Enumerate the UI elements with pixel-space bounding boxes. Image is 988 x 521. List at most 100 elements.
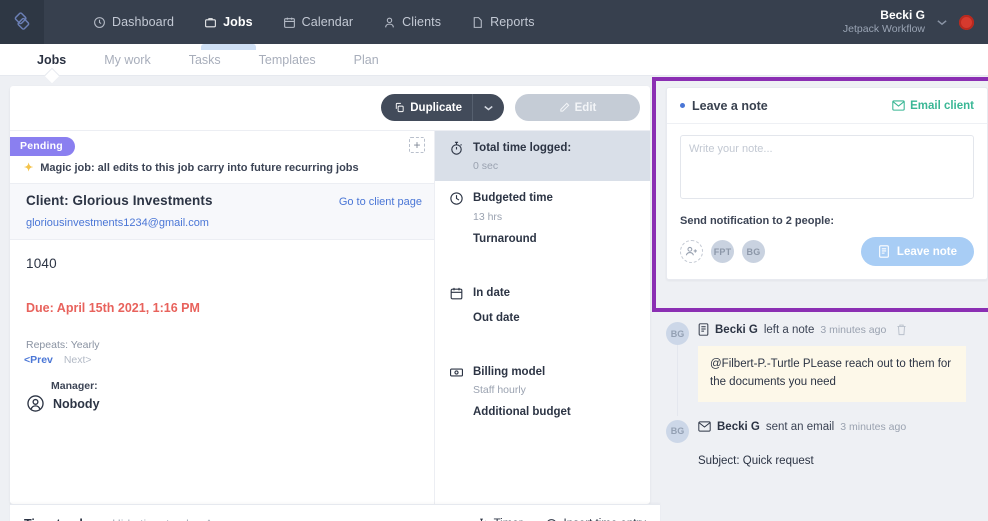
feed-item-note: BG Becki G left a note 3 minutes ago @Fi… bbox=[666, 322, 988, 416]
sub-tab-bar: Jobs My work Tasks Templates Plan bbox=[0, 44, 988, 76]
top-navigation: Dashboard Jobs Calendar Clients Reports … bbox=[0, 0, 988, 50]
tab-jobs[interactable]: Jobs bbox=[18, 44, 85, 76]
email-client-button[interactable]: Email client bbox=[892, 100, 974, 112]
activity-feed: BG Becki G left a note 3 minutes ago @Fi… bbox=[666, 322, 988, 467]
avatar-circle-icon bbox=[26, 394, 45, 413]
job-main-details: Pending + ✦ Magic job: all edits to this… bbox=[10, 131, 434, 504]
nav-item-calendar[interactable]: Calendar bbox=[268, 0, 369, 44]
clock-icon bbox=[93, 16, 106, 29]
client-name: Client: Glorious Investments bbox=[26, 193, 213, 208]
meta-additional-budget-label[interactable]: Additional budget bbox=[473, 406, 571, 418]
meta-dates: In date Out date bbox=[435, 276, 650, 333]
notify-avatar[interactable]: BG bbox=[742, 240, 765, 263]
nav-item-reports-label: Reports bbox=[490, 15, 535, 29]
job-card-columns: Pending + ✦ Magic job: all edits to this… bbox=[10, 130, 650, 504]
meta-turnaround-label: Turnaround bbox=[473, 232, 537, 245]
go-to-client-page-link[interactable]: Go to client page bbox=[339, 196, 422, 208]
meta-total-time-value: 0 sec bbox=[473, 160, 499, 173]
feed-action: left a note bbox=[763, 323, 815, 336]
notify-label: Send notification to 2 people: bbox=[680, 215, 834, 227]
prev-job-link[interactable]: <Prev bbox=[24, 354, 53, 366]
plus-icon[interactable]: + bbox=[409, 137, 425, 153]
money-icon bbox=[449, 364, 464, 418]
nav-item-dashboard[interactable]: Dashboard bbox=[78, 0, 189, 44]
nav-item-dashboard-label: Dashboard bbox=[112, 15, 175, 29]
edit-button-label: Edit bbox=[574, 101, 597, 114]
tab-plan-label: Plan bbox=[353, 52, 379, 67]
job-detail-column: Duplicate Edit Pending + ✦ Magic job: al… bbox=[0, 76, 660, 521]
envelope-icon bbox=[698, 421, 711, 432]
meta-budgeted-time: Budgeted time 13 hrs Turnaround bbox=[435, 181, 650, 253]
meta-billing-label: Billing model bbox=[473, 365, 546, 378]
tab-plan[interactable]: Plan bbox=[335, 44, 398, 76]
notify-avatar[interactable]: FPT bbox=[711, 240, 734, 263]
leave-note-button[interactable]: Leave note bbox=[860, 237, 974, 266]
nav-item-reports[interactable]: Reports bbox=[456, 0, 549, 44]
notify-avatar-row: FPT BG Leave note bbox=[680, 237, 974, 266]
meta-total-time-label: Total time logged: bbox=[473, 142, 572, 154]
meta-billing-value: Staff hourly bbox=[473, 384, 526, 396]
tab-tasks-label: Tasks bbox=[188, 52, 221, 67]
tab-insert-time-entry[interactable]: Insert time entry bbox=[545, 505, 646, 521]
user-icon bbox=[383, 16, 396, 29]
edit-button[interactable]: Edit bbox=[515, 94, 640, 121]
tab-my-work[interactable]: My work bbox=[85, 44, 170, 76]
meta-billing: Billing model Staff hourly Additional bu… bbox=[435, 355, 650, 427]
trash-icon[interactable] bbox=[896, 324, 907, 336]
time-tracker-panel: Time tracker Hide time tracker ^ Timer bbox=[10, 504, 660, 521]
feed-note-body: @Filbert-P.-Turtle PLease reach out to t… bbox=[698, 346, 966, 402]
feed-rail bbox=[677, 340, 678, 416]
clock-plus-icon bbox=[545, 518, 558, 521]
time-tracker-header: Time tracker Hide time tracker ^ Timer bbox=[10, 505, 660, 521]
magic-job-note: ✦ Magic job: all edits to this job carry… bbox=[10, 161, 434, 183]
envelope-icon bbox=[892, 100, 905, 111]
diamond-logo-icon bbox=[11, 11, 33, 33]
tab-jobs-label: Jobs bbox=[37, 52, 67, 67]
meta-budgeted-time-label: Budgeted time bbox=[473, 192, 553, 205]
avatar: BG bbox=[666, 419, 689, 443]
tab-timer[interactable]: Timer bbox=[475, 505, 523, 521]
leave-note-card: Leave a note Email client Send notificat… bbox=[666, 87, 988, 280]
note-input[interactable] bbox=[680, 135, 974, 199]
status-badge[interactable]: Pending bbox=[10, 137, 75, 156]
email-client-label: Email client bbox=[910, 99, 974, 112]
duplicate-button[interactable]: Duplicate bbox=[381, 94, 504, 121]
note-icon bbox=[698, 323, 709, 336]
tab-templates-label: Templates bbox=[258, 52, 316, 67]
job-pagination: <Prev Next> bbox=[10, 351, 434, 366]
nav-item-jobs[interactable]: Jobs bbox=[189, 0, 268, 50]
manager-name[interactable]: Nobody bbox=[53, 397, 100, 411]
nav-user-area: Becki G Jetpack Workflow bbox=[843, 0, 988, 44]
job-action-row: Duplicate Edit bbox=[10, 86, 650, 130]
nav-item-clients[interactable]: Clients bbox=[368, 0, 456, 44]
user-info[interactable]: Becki G Jetpack Workflow bbox=[843, 8, 925, 36]
duplicate-dropdown-toggle[interactable] bbox=[472, 94, 504, 121]
meta-budgeted-time-value: 13 hrs bbox=[473, 210, 503, 223]
nav-item-calendar-label: Calendar bbox=[301, 15, 354, 29]
user-org: Jetpack Workflow bbox=[842, 22, 925, 35]
client-email-link[interactable]: gloriousinvestments1234@gmail.com bbox=[26, 217, 422, 229]
calendar-icon bbox=[283, 16, 296, 29]
next-job-link[interactable]: Next> bbox=[64, 354, 92, 366]
job-repeats: Repeats: Yearly bbox=[26, 339, 100, 351]
feed-author: Becki G bbox=[715, 323, 758, 336]
add-person-icon[interactable] bbox=[680, 240, 703, 263]
stopwatch-icon bbox=[475, 518, 488, 521]
user-name: Becki G bbox=[880, 7, 925, 22]
main-nav-items: Dashboard Jobs Calendar Clients Reports bbox=[78, 0, 550, 50]
job-meta-column: Total time logged: 0 sec Budgeted time 1… bbox=[434, 131, 650, 504]
record-dot-icon[interactable] bbox=[959, 14, 974, 30]
feed-email-subject: Subject: Quick request bbox=[698, 454, 814, 467]
chevron-down-icon[interactable] bbox=[937, 19, 947, 26]
notes-column: Leave a note Email client Send notificat… bbox=[652, 76, 988, 521]
app-logo[interactable] bbox=[0, 0, 44, 44]
pencil-icon bbox=[559, 102, 570, 113]
blue-dot-icon bbox=[680, 103, 685, 108]
sparkle-icon: ✦ bbox=[24, 162, 34, 174]
job-status-row: Pending + bbox=[10, 131, 434, 161]
note-icon bbox=[878, 245, 890, 258]
leave-note-header: Leave a note Email client bbox=[667, 88, 987, 124]
feed-author: Becki G bbox=[717, 420, 760, 433]
page-body: Duplicate Edit Pending + ✦ Magic job: al… bbox=[0, 76, 988, 521]
hide-time-tracker-toggle[interactable]: Hide time tracker ^ bbox=[112, 517, 212, 521]
